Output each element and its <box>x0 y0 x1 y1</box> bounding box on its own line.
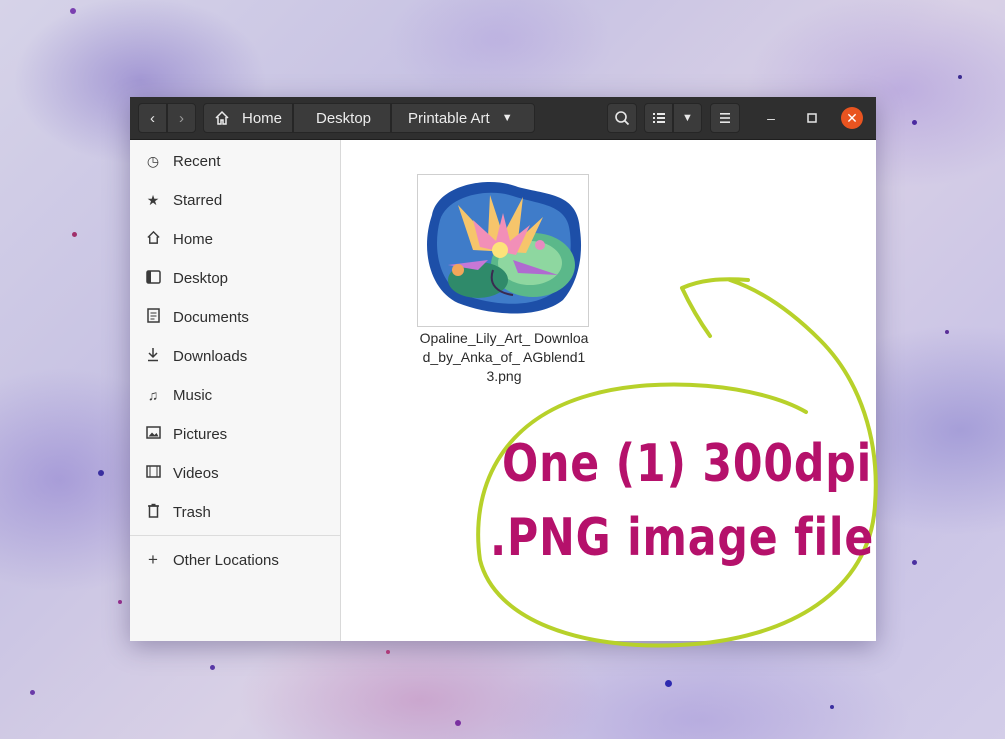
background-speck <box>386 650 390 654</box>
desktop-icon <box>144 269 162 287</box>
list-view-icon <box>652 113 665 123</box>
sidebar-item-videos[interactable]: Videos <box>130 455 340 491</box>
sidebar-item-starred[interactable]: ★ Starred <box>130 182 340 218</box>
lily-image-thumbnail <box>418 175 588 326</box>
search-icon <box>615 111 630 126</box>
sidebar-item-downloads[interactable]: Downloads <box>130 338 340 374</box>
music-icon: ♫ <box>147 387 159 403</box>
sidebar-item-label: Pictures <box>173 425 228 443</box>
background-speck <box>30 690 35 695</box>
sidebar-item-label: Downloads <box>173 347 248 365</box>
breadcrumb-label: Desktop <box>316 109 372 127</box>
sidebar-item-other-locations[interactable]: + Other Locations <box>130 542 340 578</box>
breadcrumb-label: Printable Art <box>408 109 490 127</box>
download-icon <box>144 347 162 365</box>
sidebar-item-trash[interactable]: Trash <box>130 494 340 530</box>
minimize-icon: – <box>767 110 775 126</box>
video-icon <box>144 465 162 481</box>
sidebar-item-home[interactable]: Home <box>130 221 340 257</box>
background-speck <box>665 680 672 687</box>
file-thumbnail[interactable] <box>417 174 589 327</box>
view-options-button[interactable]: ▼ <box>673 103 702 133</box>
background-speck <box>70 8 76 14</box>
document-icon <box>144 308 162 326</box>
headerbar: ‹ › Home Desktop Printable Art ▼ ▼ – ✕ <box>130 97 876 140</box>
forward-button[interactable]: › <box>167 103 196 133</box>
sidebar-item-label: Home <box>173 230 214 248</box>
sidebar: ◷ Recent ★ Starred Home Desktop Document… <box>130 140 341 641</box>
maximize-icon <box>807 113 817 123</box>
sidebar-item-label: Trash <box>173 503 211 521</box>
sidebar-item-label: Starred <box>173 191 223 209</box>
sidebar-item-pictures[interactable]: Pictures <box>130 416 340 452</box>
chevron-left-icon: ‹ <box>150 109 155 127</box>
clock-icon: ◷ <box>146 152 160 169</box>
chevron-down-icon: ▼ <box>501 112 513 124</box>
close-icon: ✕ <box>846 109 858 126</box>
sidebar-item-music[interactable]: ♫ Music <box>130 377 340 413</box>
background-speck <box>72 232 77 237</box>
breadcrumb-home[interactable]: Home <box>203 103 293 133</box>
annotation-line-2: .PNG image file <box>490 508 875 568</box>
maximize-button[interactable] <box>801 107 823 129</box>
sidebar-item-recent[interactable]: ◷ Recent <box>130 143 340 179</box>
annotation-line-1: One (1) 300dpi <box>502 434 873 494</box>
sidebar-item-label: Recent <box>173 152 221 170</box>
sidebar-item-desktop[interactable]: Desktop <box>130 260 340 296</box>
close-button[interactable]: ✕ <box>841 107 863 129</box>
picture-icon <box>144 426 162 442</box>
file-name: Opaline_Lily_Art_ Download_by_Anka_of_ A… <box>419 330 589 384</box>
sidebar-item-label: Videos <box>173 464 219 482</box>
search-button[interactable] <box>607 103 637 133</box>
home-icon <box>215 110 229 125</box>
breadcrumb-desktop[interactable]: Desktop <box>293 103 391 133</box>
sidebar-item-label: Music <box>173 386 213 404</box>
sidebar-item-label: Other Locations <box>173 551 279 569</box>
minimize-button[interactable]: – <box>760 107 782 129</box>
home-icon <box>144 230 162 248</box>
chevron-down-icon: ▼ <box>682 112 693 124</box>
star-icon: ★ <box>146 191 160 208</box>
background-speck <box>912 560 917 565</box>
sidebar-separator <box>130 535 340 536</box>
view-list-button[interactable] <box>644 103 673 133</box>
background-speck <box>912 120 917 125</box>
back-button[interactable]: ‹ <box>138 103 167 133</box>
background-speck <box>210 665 215 670</box>
breadcrumb-label: Home <box>242 109 283 127</box>
trash-icon <box>144 503 162 521</box>
background-speck <box>118 600 122 604</box>
plus-icon: + <box>148 550 158 569</box>
sidebar-item-label: Documents <box>173 308 249 326</box>
chevron-right-icon: › <box>179 109 184 127</box>
menu-button[interactable] <box>710 103 740 133</box>
sidebar-item-documents[interactable]: Documents <box>130 299 340 335</box>
hamburger-icon <box>720 113 730 123</box>
background-speck <box>945 330 949 334</box>
background-speck <box>830 705 834 709</box>
background-speck <box>958 75 962 79</box>
background-speck <box>98 470 104 476</box>
background-speck <box>455 720 461 726</box>
breadcrumb-current[interactable]: Printable Art ▼ <box>391 103 535 133</box>
sidebar-item-label: Desktop <box>173 269 229 287</box>
file-item[interactable]: Opaline_Lily_Art_ Download_by_Anka_of_ A… <box>417 174 591 386</box>
